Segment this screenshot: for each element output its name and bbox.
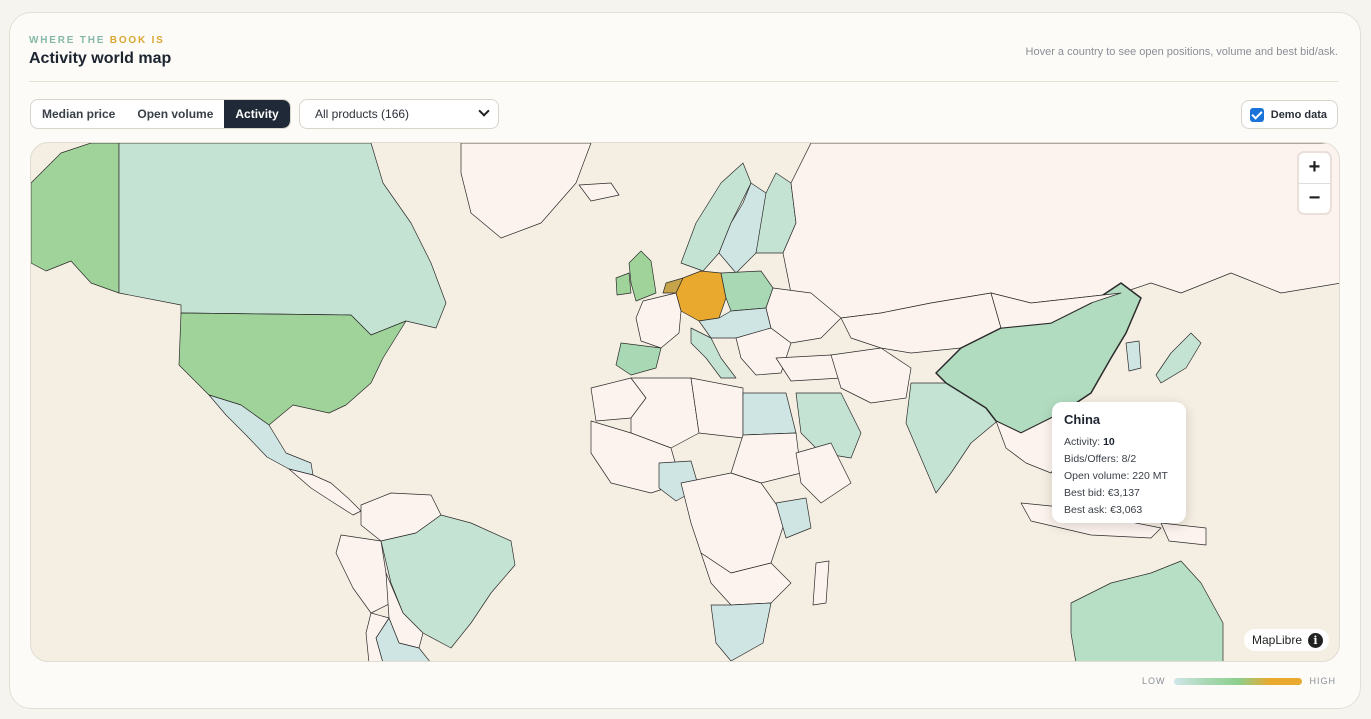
country-ireland — [615, 272, 632, 296]
tooltip-activity-value: 10 — [1103, 436, 1115, 448]
country-france — [635, 292, 682, 349]
eyebrow-text-a: WHERE THE — [29, 35, 106, 46]
country-papua — [1160, 522, 1207, 546]
metric-activity-button[interactable]: Activity — [224, 100, 290, 128]
legend-high: HIGH — [1309, 676, 1336, 686]
page-title: Activity world map — [29, 50, 172, 67]
legend-gradient-bar — [1173, 677, 1302, 685]
tooltip-best-ask: Best ask: €3,063 — [1064, 504, 1143, 516]
country-japan — [1155, 332, 1202, 384]
country-uk — [628, 250, 657, 302]
divider — [29, 81, 1338, 82]
info-icon[interactable]: i — [1308, 632, 1323, 648]
country-korea — [1125, 340, 1142, 372]
country-australia — [1070, 560, 1224, 661]
country-greenland — [460, 143, 592, 239]
activity-map-card: WHERE THE BOOK IS Activity world map Hov… — [9, 12, 1361, 709]
world-map[interactable]: + − MapLibre i China Activity: 10 Bids/O… — [30, 142, 1340, 662]
tooltip-best-bid: Best bid: €3,137 — [1064, 487, 1140, 499]
attribution-text: MapLibre — [1251, 633, 1302, 647]
product-select-value: All products (166) — [315, 107, 410, 121]
country-russia — [782, 143, 1339, 319]
country-madagascar — [812, 560, 830, 606]
hover-hint: Hover a country to see open positions, v… — [1025, 46, 1338, 58]
country-south-africa — [710, 602, 772, 661]
country-sudan — [730, 432, 802, 484]
zoom-control: + − — [1299, 153, 1330, 213]
country-germany — [675, 270, 727, 322]
tooltip-country: China — [1064, 412, 1101, 427]
legend-low: LOW — [1141, 676, 1166, 686]
eyebrow-text-b: BOOK IS — [109, 35, 165, 46]
country-poland — [720, 270, 774, 312]
country-iceland — [578, 182, 620, 202]
country-central-africa — [680, 472, 787, 574]
chevron-down-icon — [478, 105, 490, 117]
country-egypt — [742, 392, 797, 436]
country-iran — [830, 347, 912, 404]
country-tooltip: China Activity: 10 Bids/Offers: 8/2 Open… — [1052, 402, 1186, 523]
country-alaska — [31, 143, 120, 294]
country-canada — [118, 143, 447, 336]
product-select[interactable]: All products (166) — [299, 99, 499, 129]
metric-median-price-button[interactable]: Median price — [31, 100, 126, 128]
tooltip-activity-label: Activity: — [1064, 436, 1101, 448]
country-spain — [615, 342, 662, 376]
country-central-america — [288, 468, 362, 516]
demo-data-label: Demo data — [1270, 108, 1327, 121]
metric-toggle: Median price Open volume Activity — [30, 99, 291, 129]
checkbox-checked-icon[interactable] — [1249, 107, 1264, 122]
tooltip-bids-offers: Bids/Offers: 8/2 — [1064, 453, 1137, 465]
metric-open-volume-button[interactable]: Open volume — [126, 100, 224, 128]
zoom-in-button[interactable]: + — [1299, 153, 1330, 183]
tooltip-activity: Activity: 10 — [1064, 434, 1174, 451]
country-libya — [690, 377, 744, 439]
map-attribution: MapLibre i — [1243, 629, 1329, 651]
color-legend: LOW HIGH — [1142, 676, 1336, 686]
zoom-out-button[interactable]: − — [1299, 183, 1330, 213]
demo-data-toggle[interactable]: Demo data — [1240, 100, 1338, 129]
tooltip-open-volume: Open volume: 220 MT — [1064, 470, 1168, 482]
section-eyebrow: WHERE THE BOOK IS — [29, 35, 165, 46]
